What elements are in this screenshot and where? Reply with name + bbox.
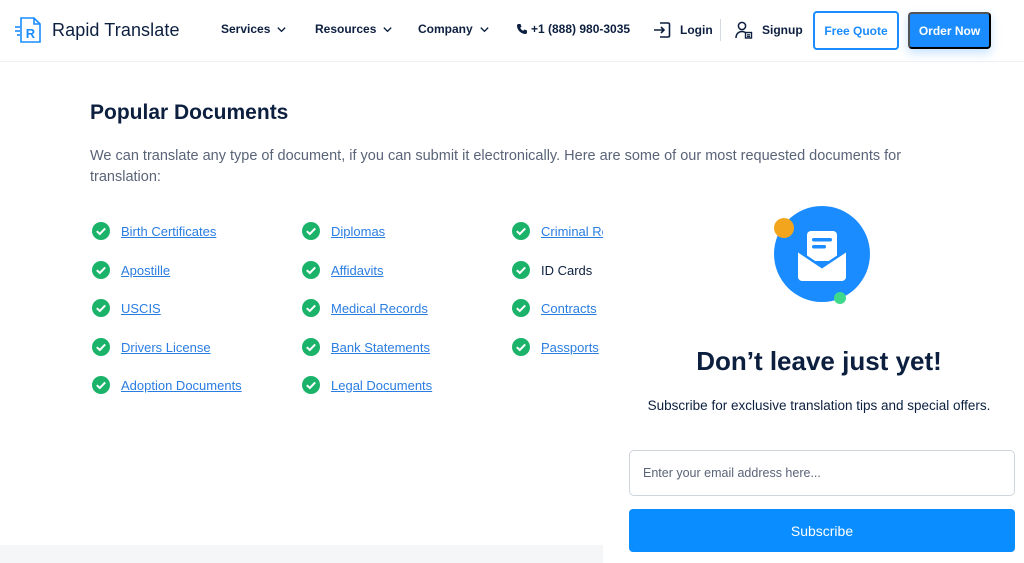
doc-link-apostille[interactable]: Apostille xyxy=(121,263,170,278)
doc-link-uscis[interactable]: USCIS xyxy=(121,301,161,316)
check-circle-icon xyxy=(302,338,320,356)
list-item: Bank Statements xyxy=(302,338,430,356)
phone-number: +1 (888) 980-3035 xyxy=(531,22,631,36)
nav-resources-label: Resources xyxy=(315,22,377,36)
doc-link-diplomas[interactable]: Diplomas xyxy=(331,224,385,239)
doc-link-criminal-records[interactable]: Criminal Re xyxy=(541,224,603,239)
check-circle-icon xyxy=(92,261,110,279)
doc-link-drivers-license[interactable]: Drivers License xyxy=(121,340,211,355)
doc-item-id-cards: ID Cards xyxy=(541,262,593,278)
exit-intent-popup: Don’t leave just yet! Subscribe for excl… xyxy=(603,180,1024,563)
doc-link-contracts[interactable]: Contracts xyxy=(541,301,597,316)
list-item: Medical Records xyxy=(302,299,428,317)
doc-link-legal-documents[interactable]: Legal Documents xyxy=(331,378,432,393)
free-quote-button[interactable]: Free Quote xyxy=(813,11,899,50)
login-label: Login xyxy=(680,23,713,37)
doc-link-medical-records[interactable]: Medical Records xyxy=(331,301,428,316)
chevron-down-icon xyxy=(383,26,393,32)
check-circle-icon xyxy=(302,299,320,317)
check-circle-icon xyxy=(92,338,110,356)
subscribe-button[interactable]: Subscribe xyxy=(629,509,1015,552)
check-circle-icon xyxy=(92,222,110,240)
list-item: Passports xyxy=(512,338,599,356)
email-input[interactable] xyxy=(629,450,1015,496)
header-divider xyxy=(720,19,721,41)
logo-icon: R xyxy=(15,17,41,43)
list-item: Birth Certificates xyxy=(92,222,216,240)
order-now-button[interactable]: Order Now xyxy=(908,12,991,49)
signup-label: Signup xyxy=(762,23,803,37)
chevron-down-icon xyxy=(480,26,489,32)
list-item: Adoption Documents xyxy=(92,376,242,394)
doc-link-affidavits[interactable]: Affidavits xyxy=(331,263,384,278)
chevron-down-icon xyxy=(277,26,287,32)
login-link[interactable]: Login xyxy=(652,20,713,40)
list-item: USCIS xyxy=(92,299,161,317)
doc-link-adoption-documents[interactable]: Adoption Documents xyxy=(121,378,242,393)
brand-name: Rapid Translate xyxy=(52,19,180,40)
list-item: Affidavits xyxy=(302,261,384,279)
doc-column-3: Criminal Re ID Cards Contracts Passports xyxy=(510,215,603,375)
nav-services-label: Services xyxy=(221,22,271,36)
list-item: Drivers License xyxy=(92,338,211,356)
page-title: Popular Documents xyxy=(90,101,289,124)
nav-services[interactable]: Services xyxy=(221,22,287,36)
nav-company[interactable]: Company xyxy=(418,22,490,36)
check-circle-icon xyxy=(512,261,530,279)
list-item: ID Cards xyxy=(512,261,592,279)
doc-link-birth-certificates[interactable]: Birth Certificates xyxy=(121,224,216,239)
list-item: Apostille xyxy=(92,261,170,279)
nav-company-label: Company xyxy=(418,22,473,36)
check-circle-icon xyxy=(512,338,530,356)
check-circle-icon xyxy=(302,376,320,394)
phone-link[interactable]: +1 (888) 980-3035 xyxy=(516,22,630,36)
check-circle-icon xyxy=(92,376,110,394)
svg-text:R: R xyxy=(26,26,36,41)
check-circle-icon xyxy=(512,222,530,240)
check-circle-icon xyxy=(302,261,320,279)
user-add-icon xyxy=(735,21,753,39)
mail-envelope-icon xyxy=(774,206,870,304)
signup-link[interactable]: Signup xyxy=(734,20,803,40)
login-icon xyxy=(654,22,671,38)
doc-link-bank-statements[interactable]: Bank Statements xyxy=(331,340,430,355)
site-header: R Rapid Translate Services Resources Com… xyxy=(0,0,1024,62)
list-item: Diplomas xyxy=(302,222,385,240)
list-item: Contracts xyxy=(512,299,597,317)
check-circle-icon xyxy=(302,222,320,240)
footer-band xyxy=(0,545,603,563)
list-item: Criminal Re xyxy=(512,222,603,240)
doc-link-passports[interactable]: Passports xyxy=(541,340,599,355)
phone-icon xyxy=(517,24,527,34)
nav-resources[interactable]: Resources xyxy=(315,22,393,36)
list-item: Legal Documents xyxy=(302,376,432,394)
check-circle-icon xyxy=(92,299,110,317)
check-circle-icon xyxy=(512,299,530,317)
logo[interactable]: R Rapid Translate xyxy=(14,15,180,45)
popup-title: Don’t leave just yet! xyxy=(696,346,942,376)
popup-subtitle: Subscribe for exclusive translation tips… xyxy=(647,398,991,413)
